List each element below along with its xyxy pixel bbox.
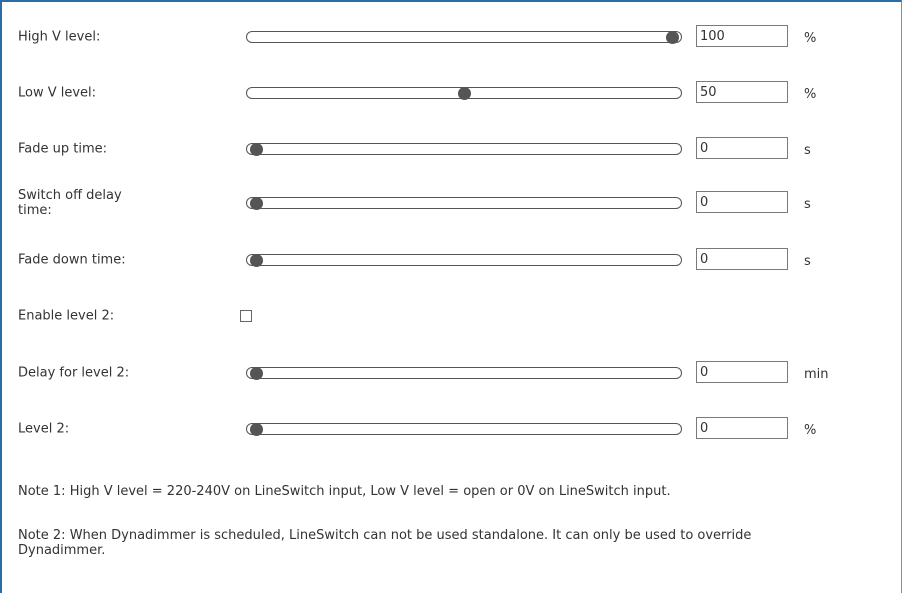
fade-down-time-row: Fade down time: s <box>0 240 904 280</box>
level2-row: Level 2: % <box>0 409 904 449</box>
unit-label: % <box>804 423 817 438</box>
level2-label: Level 2: <box>18 421 70 437</box>
slider-thumb[interactable] <box>249 366 263 380</box>
level2-input[interactable] <box>696 417 788 439</box>
slider-thumb[interactable] <box>249 422 263 436</box>
fade-up-time-row: Fade up time: s <box>0 129 904 169</box>
note-2: Note 2: When Dynadimmer is scheduled, Li… <box>18 528 752 558</box>
unit-label: s <box>804 143 811 158</box>
fade-down-time-slider[interactable] <box>246 253 682 267</box>
unit-label: min <box>804 367 829 382</box>
high-v-level-label: High V level: <box>18 29 101 45</box>
unit-label: s <box>804 197 811 212</box>
level2-slider[interactable] <box>246 422 682 436</box>
low-v-level-slider[interactable] <box>246 86 682 100</box>
enable-level2-row: Enable level 2: <box>0 296 904 336</box>
high-v-level-input[interactable] <box>696 25 788 47</box>
high-v-level-slider[interactable] <box>246 30 682 44</box>
switch-off-delay-input[interactable] <box>696 191 788 213</box>
enable-level2-checkbox[interactable] <box>240 310 252 322</box>
enable-level2-label: Enable level 2: <box>18 308 115 324</box>
fade-up-time-label: Fade up time: <box>18 141 108 157</box>
slider-thumb[interactable] <box>249 196 263 210</box>
switch-off-delay-row: Switch off delay time: s <box>0 183 904 223</box>
low-v-level-label: Low V level: <box>18 85 97 101</box>
slider-thumb[interactable] <box>665 30 679 44</box>
low-v-level-row: Low V level: % <box>0 73 904 113</box>
unit-label: s <box>804 254 811 269</box>
low-v-level-input[interactable] <box>696 81 788 103</box>
fade-down-time-input[interactable] <box>696 248 788 270</box>
note-1: Note 1: High V level = 220-240V on LineS… <box>18 484 671 499</box>
slider-thumb[interactable] <box>249 253 263 267</box>
fade-up-time-slider[interactable] <box>246 142 682 156</box>
fade-down-time-label: Fade down time: <box>18 252 126 268</box>
delay-level2-slider[interactable] <box>246 366 682 380</box>
delay-level2-input[interactable] <box>696 361 788 383</box>
slider-thumb[interactable] <box>249 142 263 156</box>
delay-level2-label: Delay for level 2: <box>18 365 130 381</box>
unit-label: % <box>804 87 817 102</box>
slider-thumb[interactable] <box>457 86 471 100</box>
switch-off-delay-slider[interactable] <box>246 196 682 210</box>
delay-level2-row: Delay for level 2: min <box>0 353 904 393</box>
high-v-level-row: High V level: % <box>0 17 904 57</box>
switch-off-delay-label: Switch off delay time: <box>18 188 122 218</box>
unit-label: % <box>804 31 817 46</box>
fade-up-time-input[interactable] <box>696 137 788 159</box>
